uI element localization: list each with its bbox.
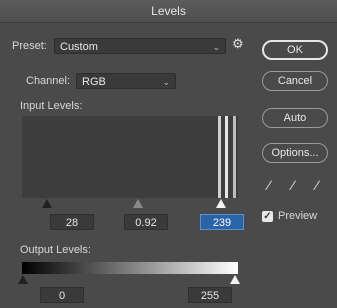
output-black-slider[interactable] <box>18 275 28 284</box>
output-levels-label: Output Levels: <box>20 244 91 256</box>
input-gamma-field[interactable]: 0.92 <box>124 214 168 230</box>
histogram-peak-3 <box>233 116 236 198</box>
channel-select[interactable]: RGB ⌄ <box>76 73 176 89</box>
channel-label: Channel: <box>26 75 71 87</box>
input-gamma-slider[interactable] <box>133 199 143 208</box>
preset-value: Custom <box>60 41 98 53</box>
auto-button[interactable]: Auto <box>262 108 328 128</box>
input-white-field[interactable]: 239 <box>200 214 244 230</box>
histogram-peak-1 <box>218 116 221 198</box>
output-white-field[interactable]: 255 <box>188 287 232 303</box>
eyedropper-black-icon[interactable]: ⁄ <box>268 177 270 193</box>
input-black-field[interactable]: 28 <box>50 214 94 230</box>
chevron-down-icon: ⌄ <box>162 77 170 87</box>
output-gradient-bar <box>22 262 238 274</box>
chevron-down-icon: ⌄ <box>212 42 220 52</box>
preview-label: Preview <box>278 210 318 222</box>
eyedropper-white-icon[interactable]: ⁄ <box>316 177 318 193</box>
cancel-button[interactable]: Cancel <box>262 71 328 91</box>
channel-value: RGB <box>82 76 106 88</box>
preview-checkbox[interactable]: ✓ <box>262 211 273 222</box>
preset-label: Preset: <box>12 40 47 52</box>
input-black-slider[interactable] <box>42 199 52 208</box>
options-button[interactable]: Options... <box>262 143 328 163</box>
eyedropper-gray-icon[interactable]: ⁄ <box>292 177 294 193</box>
gear-icon[interactable]: ⚙ <box>232 36 244 52</box>
preset-select[interactable]: Custom ⌄ <box>54 38 226 54</box>
input-levels-label: Input Levels: <box>20 100 83 112</box>
output-black-field[interactable]: 0 <box>40 287 84 303</box>
histogram-peak-2 <box>225 116 228 198</box>
input-white-slider[interactable] <box>216 199 226 208</box>
window-title: Levels <box>0 0 337 23</box>
histogram <box>22 116 238 198</box>
ok-button[interactable]: OK <box>262 40 328 60</box>
output-white-slider[interactable] <box>230 275 240 284</box>
histogram-graph <box>218 116 236 198</box>
